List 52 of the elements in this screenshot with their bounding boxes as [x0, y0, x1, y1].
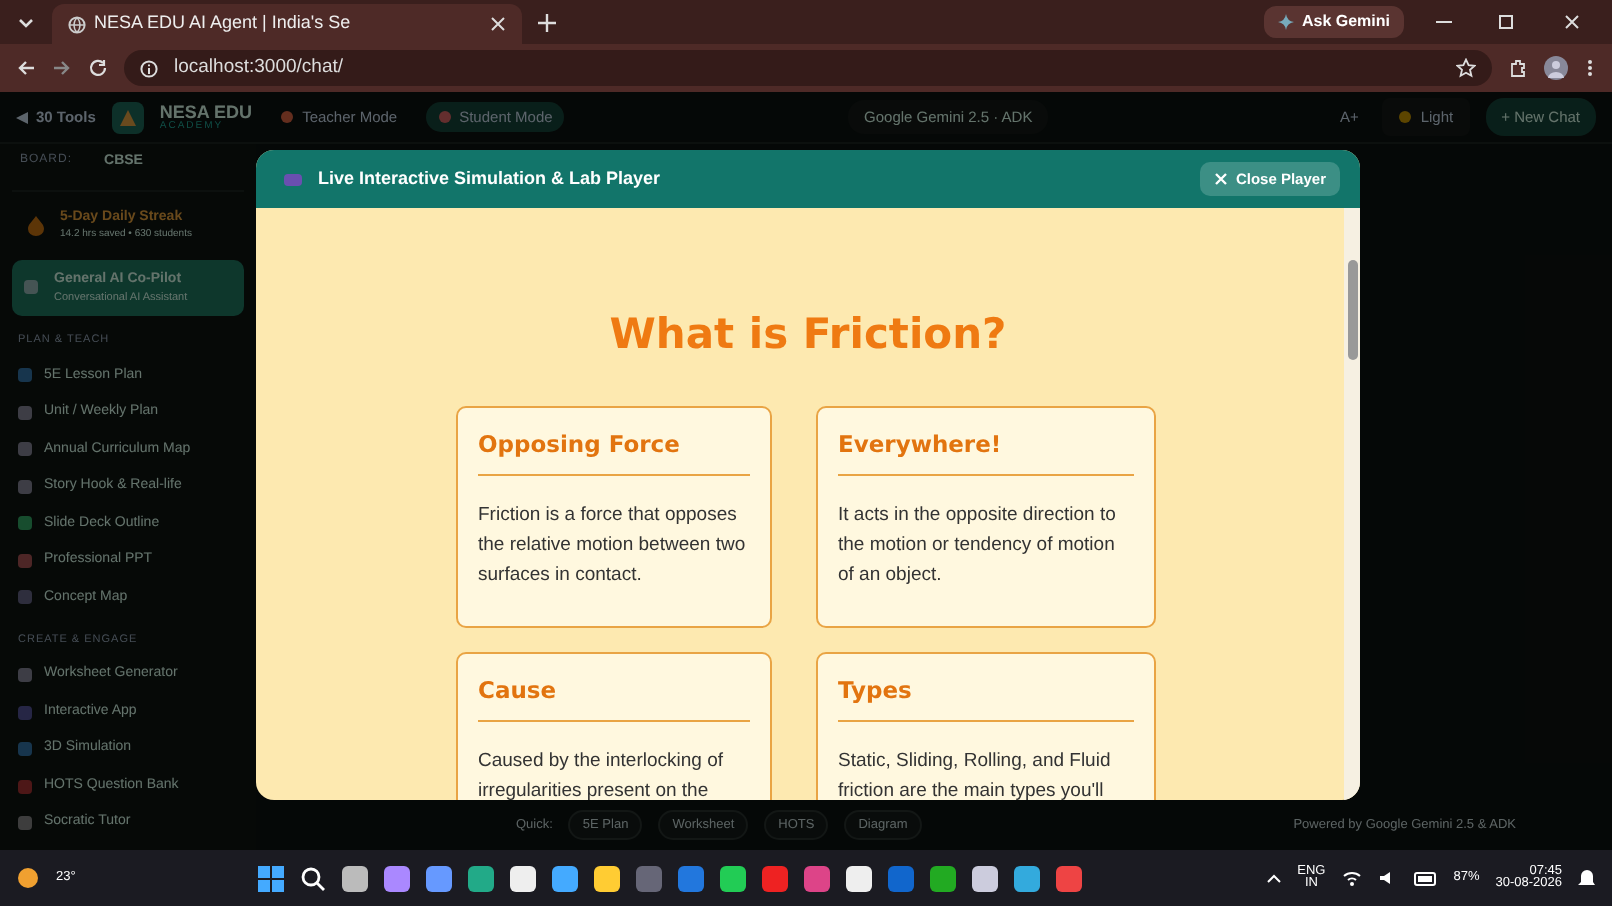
card-text: Friction is a force that opposes the relative motion between two surfaces in contact. [478, 501, 748, 590]
app-icon[interactable] [510, 865, 537, 891]
close-icon[interactable] [490, 16, 506, 32]
forward-icon[interactable] [52, 58, 72, 78]
scrollbar[interactable] [1344, 208, 1360, 800]
app-icon[interactable] [846, 865, 873, 891]
close-icon [1213, 172, 1228, 186]
app-icon[interactable] [384, 865, 411, 891]
chevron-up-icon[interactable] [1265, 872, 1282, 884]
globe-icon [68, 15, 86, 33]
modal-title: Live Interactive Simulation & Lab Player [318, 165, 663, 192]
extensions-icon[interactable] [1508, 58, 1528, 78]
menu-icon[interactable] [1584, 58, 1596, 78]
battery-icon [1413, 871, 1438, 885]
page-heading: What is Friction? [607, 308, 1009, 362]
app-icon[interactable] [468, 865, 495, 891]
reload-icon[interactable] [88, 58, 108, 78]
app-icon[interactable] [594, 865, 621, 891]
sun-icon [1398, 110, 1413, 124]
browser-tab[interactable]: NESA EDU AI Agent | India's Se [52, 4, 522, 44]
wifi-icon [1341, 870, 1362, 886]
sparkle-icon [1277, 14, 1294, 30]
weather-icon [16, 866, 40, 890]
card-text: It acts in the opposite direction to the motion or tendency of motion of an object. [838, 501, 1118, 590]
card-title: Opposing Force [478, 427, 750, 476]
star-icon[interactable] [1456, 58, 1476, 78]
profile-avatar-icon[interactable] [1544, 56, 1568, 80]
card-title: Everywhere! [838, 427, 1134, 476]
app-icon[interactable] [930, 865, 957, 891]
ask-gemini-button[interactable]: Ask Gemini [1263, 6, 1404, 38]
app-icon[interactable] [342, 865, 369, 891]
new-tab-icon[interactable] [538, 13, 556, 31]
back-icon[interactable] [16, 58, 36, 78]
tab-title: NESA EDU AI Agent | India's Se [94, 10, 353, 37]
search-icon[interactable] [300, 865, 327, 891]
flame-icon [28, 215, 44, 235]
card-title: Cause [478, 673, 750, 722]
app-icon[interactable] [426, 865, 453, 891]
card-title: Types [838, 673, 1134, 722]
app-icon[interactable] [552, 865, 579, 891]
info-icon [140, 59, 158, 77]
app-icon[interactable] [972, 865, 999, 891]
bell-icon[interactable] [1578, 868, 1597, 888]
logo-icon [111, 101, 144, 133]
brand-name: NESA EDU [159, 103, 253, 121]
card-text: Static, Sliding, Rolling, and Fluid friction are the main types you'll [838, 747, 1113, 800]
triangle-icon [16, 111, 28, 123]
app-icon[interactable] [720, 865, 747, 891]
address-bar[interactable]: localhost:3000/chat/ [124, 50, 1492, 86]
start-icon[interactable] [258, 865, 285, 891]
card-text: Caused by the interlocking of irregularities present on the [478, 747, 726, 800]
app-icon[interactable] [1014, 865, 1041, 891]
